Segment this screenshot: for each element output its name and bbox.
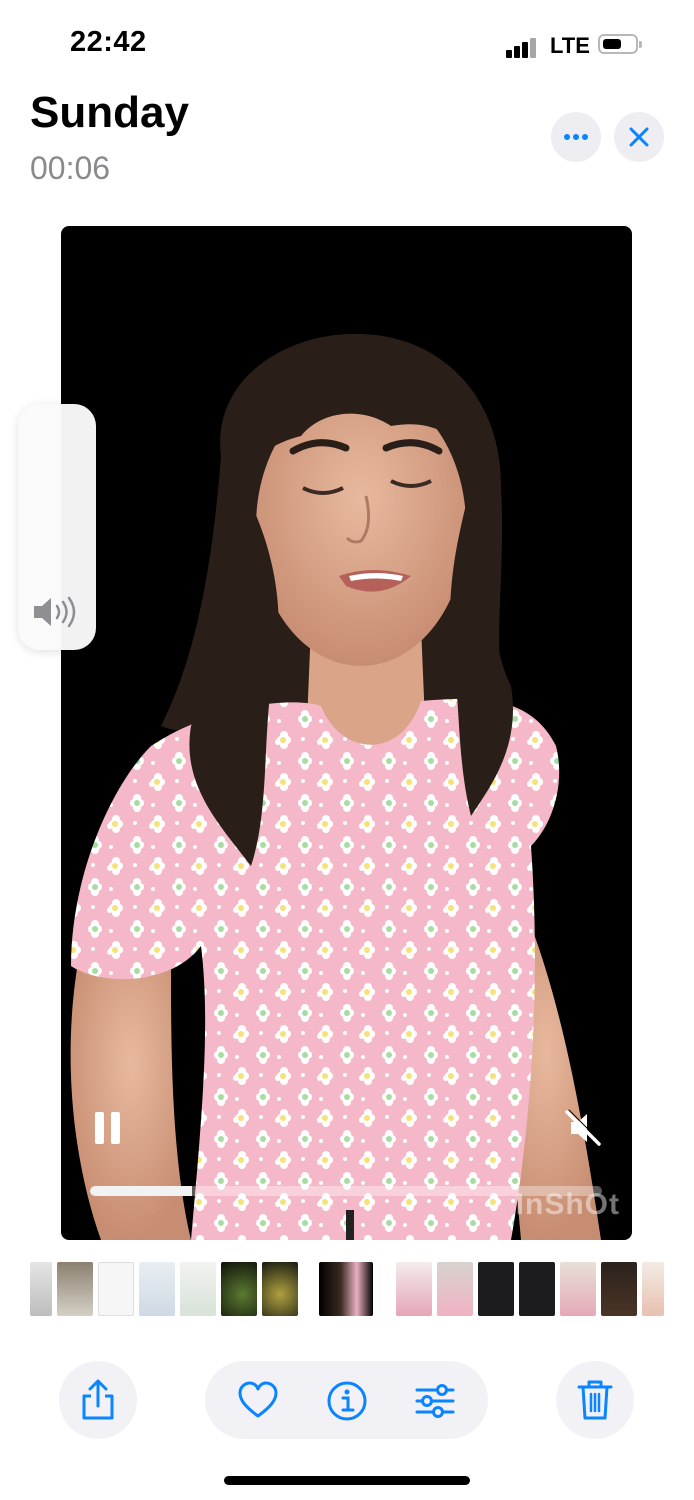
thumbnail[interactable] bbox=[262, 1262, 298, 1316]
mute-button[interactable] bbox=[563, 1108, 603, 1148]
watermark-text: InShOt bbox=[515, 1188, 620, 1221]
thumbnail-current[interactable] bbox=[319, 1262, 373, 1316]
speaker-icon bbox=[34, 596, 76, 628]
heart-icon[interactable] bbox=[237, 1380, 279, 1422]
battery-icon bbox=[598, 34, 642, 54]
thumbnail[interactable] bbox=[642, 1262, 664, 1316]
thumbnail[interactable] bbox=[30, 1262, 52, 1316]
video-duration: 00:06 bbox=[30, 150, 111, 186]
thumbnail[interactable] bbox=[98, 1262, 134, 1316]
share-button[interactable] bbox=[59, 1361, 137, 1439]
thumbnail[interactable] bbox=[221, 1262, 257, 1316]
cellular-signal-icon bbox=[506, 36, 542, 58]
video-frame-image bbox=[70, 333, 601, 1240]
close-icon bbox=[629, 127, 649, 147]
home-indicator[interactable] bbox=[224, 1476, 470, 1485]
thumbnail[interactable] bbox=[478, 1262, 514, 1316]
thumbnail[interactable] bbox=[519, 1262, 555, 1316]
ellipsis-icon bbox=[564, 134, 588, 140]
pause-button[interactable] bbox=[93, 1110, 123, 1146]
action-toolbar bbox=[205, 1361, 488, 1439]
share-icon bbox=[82, 1379, 114, 1420]
scrubber-played bbox=[90, 1186, 193, 1196]
thumbnail[interactable] bbox=[437, 1262, 473, 1316]
thumbnail[interactable] bbox=[601, 1262, 637, 1316]
close-button[interactable] bbox=[614, 112, 664, 162]
page-title: Sunday bbox=[30, 88, 189, 137]
info-icon[interactable] bbox=[326, 1380, 368, 1422]
sliders-icon[interactable] bbox=[414, 1380, 456, 1422]
video-player[interactable]: InShOt bbox=[61, 226, 632, 1240]
thumbnail[interactable] bbox=[180, 1262, 216, 1316]
thumbnail[interactable] bbox=[396, 1262, 432, 1316]
network-type: LTE bbox=[550, 33, 590, 58]
pause-icon bbox=[95, 1112, 120, 1144]
more-options-button[interactable] bbox=[551, 112, 601, 162]
speaker-muted-icon bbox=[565, 1109, 602, 1146]
volume-hud[interactable] bbox=[18, 404, 96, 650]
trash-icon bbox=[577, 1380, 613, 1420]
thumbnail[interactable] bbox=[57, 1262, 93, 1316]
thumbnail-filmstrip[interactable] bbox=[0, 1262, 694, 1318]
delete-button[interactable] bbox=[556, 1361, 634, 1439]
thumbnail[interactable] bbox=[139, 1262, 175, 1316]
status-time: 22:42 bbox=[70, 26, 147, 58]
thumbnail[interactable] bbox=[560, 1262, 596, 1316]
